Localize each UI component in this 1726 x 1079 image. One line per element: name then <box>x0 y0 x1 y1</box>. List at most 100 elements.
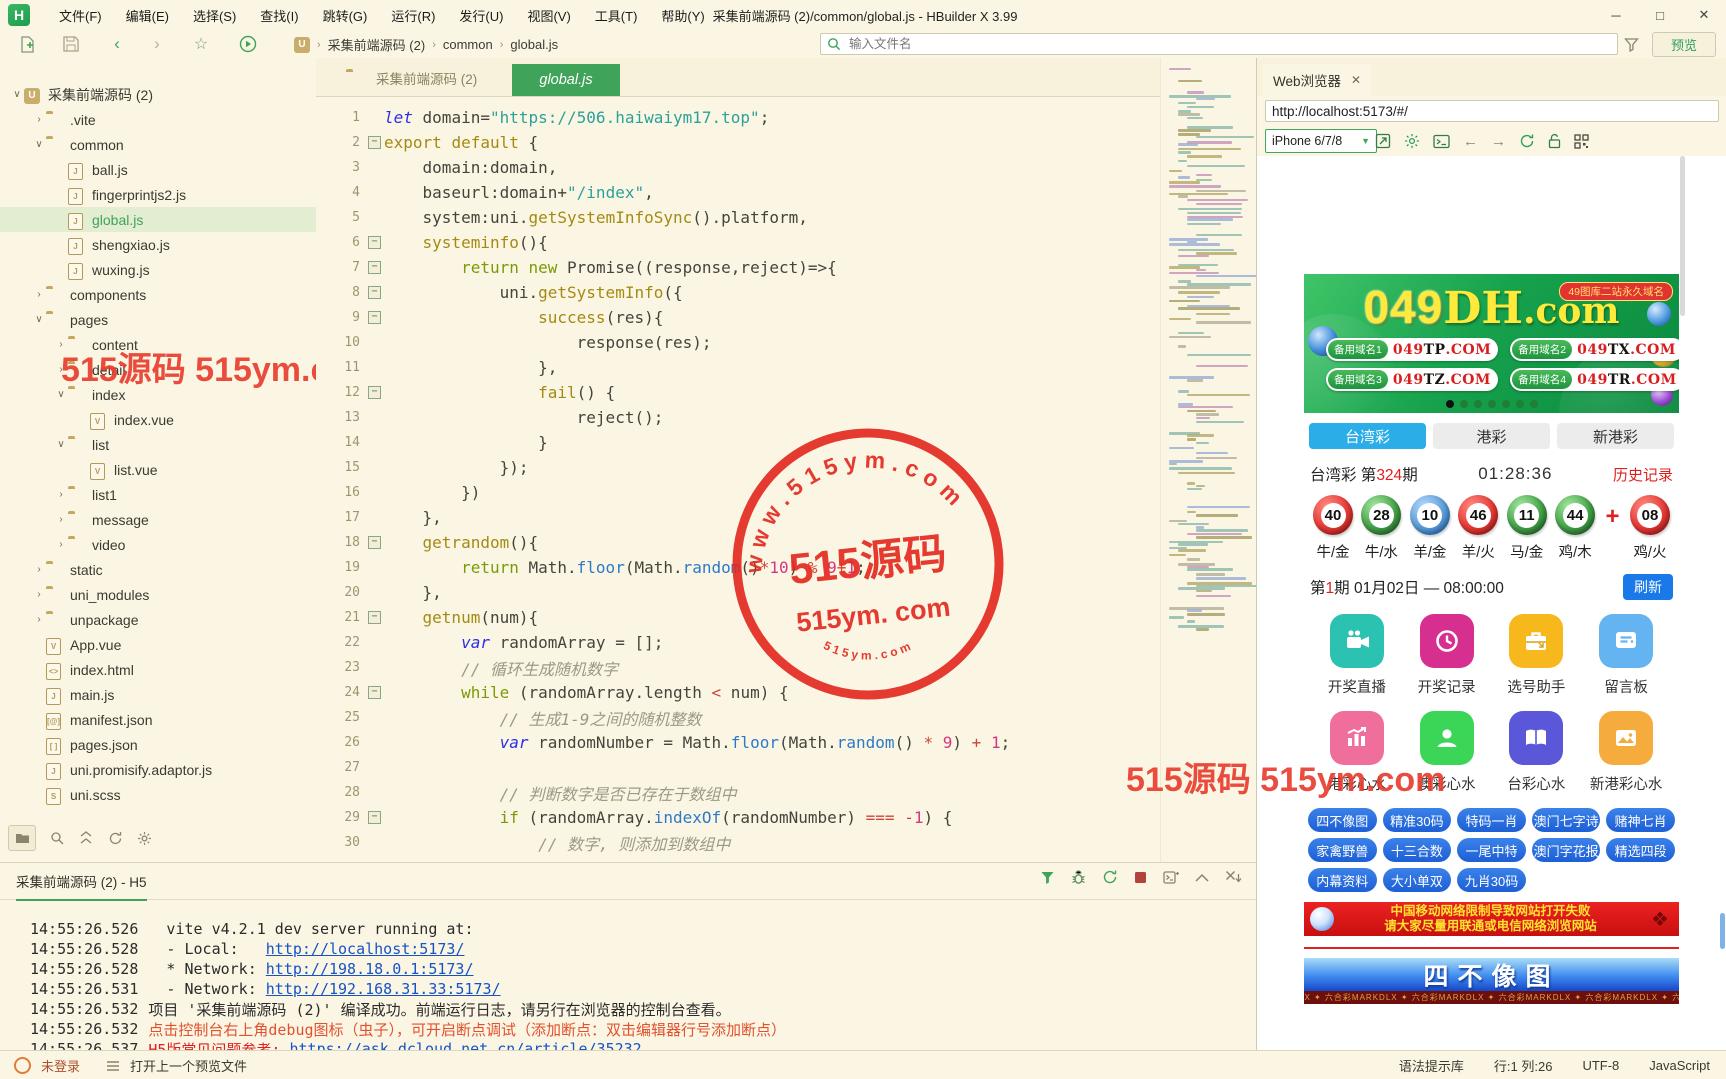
code-line-22[interactable]: 22 var randomArray = []; <box>316 630 1160 655</box>
fold-marker-icon[interactable]: − <box>368 286 384 299</box>
tree-item-index.vue[interactable]: Vindex.vue <box>0 407 316 432</box>
code-line-27[interactable]: 27 <box>316 755 1160 780</box>
encoding[interactable]: UTF-8 <box>1582 1058 1619 1073</box>
lottery-tab-港彩[interactable]: 港彩 <box>1433 423 1550 449</box>
explorer-folder-icon[interactable] <box>8 825 36 851</box>
code-line-9[interactable]: 9− success(res){ <box>316 305 1160 330</box>
lottery-tab-新港彩[interactable]: 新港彩 <box>1557 423 1674 449</box>
section-banner[interactable]: 四不像图 <box>1304 958 1679 991</box>
link-赌神七肖[interactable]: 赌神七肖 <box>1606 808 1675 832</box>
url-input[interactable] <box>1265 100 1719 122</box>
run-icon[interactable] <box>237 33 259 55</box>
menu-跳转(G)[interactable]: 跳转(G) <box>312 3 379 28</box>
fold-marker-icon[interactable]: − <box>368 136 384 149</box>
panel-scrollbar[interactable] <box>1720 913 1725 949</box>
console-filter-icon[interactable] <box>1040 870 1055 885</box>
carousel-dot[interactable] <box>1502 400 1510 408</box>
code-line-6[interactable]: 6− systeminfo(){ <box>316 230 1160 255</box>
code-line-14[interactable]: 14 } <box>316 430 1160 455</box>
tree-item-uni.promisify.adaptor.js[interactable]: Juni.promisify.adaptor.js <box>0 757 316 782</box>
browser-tab-close-icon[interactable]: ✕ <box>1351 73 1361 87</box>
code-line-12[interactable]: 12− fail() { <box>316 380 1160 405</box>
filter-funnel-icon[interactable] <box>1620 33 1642 55</box>
link-特码一肖[interactable]: 特码一肖 <box>1457 808 1526 832</box>
code-line-16[interactable]: 16 }) <box>316 480 1160 505</box>
tree-item-采集前端源码 (2)[interactable]: ∨U采集前端源码 (2) <box>0 82 316 107</box>
link-家禽野兽[interactable]: 家禽野兽 <box>1308 838 1377 862</box>
code-line-26[interactable]: 26 var randomNumber = Math.floor(Math.ra… <box>316 730 1160 755</box>
menu-查找(I)[interactable]: 查找(I) <box>249 3 309 28</box>
backup-domain-pill[interactable]: 备用域名3049TZ.COM <box>1326 368 1498 391</box>
code-line-10[interactable]: 10 response(res); <box>316 330 1160 355</box>
minimize-button[interactable]: ─ <box>1594 0 1638 30</box>
login-status[interactable]: 未登录 <box>41 1056 80 1075</box>
menu-运行(R)[interactable]: 运行(R) <box>380 3 446 28</box>
forward-icon[interactable]: › <box>146 33 168 55</box>
open-external-icon[interactable] <box>1375 133 1391 149</box>
settings-gear-icon[interactable] <box>1404 133 1420 149</box>
console-collapse-icon[interactable] <box>1195 873 1209 882</box>
app-台彩心水[interactable]: 台彩心水 <box>1492 711 1582 794</box>
preview-button[interactable]: 预览 <box>1652 32 1716 57</box>
link-大小单双[interactable]: 大小单双 <box>1383 868 1452 892</box>
nav-back-icon[interactable]: ← <box>1463 133 1478 150</box>
tab-global-js[interactable]: global.js <box>512 64 620 96</box>
code-line-19[interactable]: 19 return Math.floor(Math.random()*10) %… <box>316 555 1160 580</box>
menu-编辑(E)[interactable]: 编辑(E) <box>115 3 180 28</box>
code-line-23[interactable]: 23 // 循环生成随机数字 <box>316 655 1160 680</box>
nav-forward-icon[interactable]: → <box>1491 133 1506 150</box>
code-line-21[interactable]: 21− getnum(num){ <box>316 605 1160 630</box>
breadcrumb-project[interactable]: 采集前端源码 (2) <box>328 35 426 54</box>
carousel-dot[interactable] <box>1460 400 1468 408</box>
console-new-view-icon[interactable] <box>1163 870 1179 885</box>
new-file-icon[interactable] <box>16 33 38 55</box>
link-精准30码[interactable]: 精准30码 <box>1383 808 1452 832</box>
code-line-17[interactable]: 17 }, <box>316 505 1160 530</box>
code-area[interactable]: 1let domain="https://506.haiwaiym17.top"… <box>316 96 1160 855</box>
code-line-28[interactable]: 28 // 判断数字是否已存在于数组中 <box>316 780 1160 805</box>
code-line-25[interactable]: 25 // 生成1-9之间的随机整数 <box>316 705 1160 730</box>
app-新港彩心水[interactable]: 新港彩心水 <box>1581 711 1671 794</box>
carousel-dot[interactable] <box>1488 400 1496 408</box>
file-search-box[interactable] <box>820 33 1618 55</box>
tree-item-index[interactable]: ∨index <box>0 382 316 407</box>
code-line-18[interactable]: 18− getrandom(){ <box>316 530 1160 555</box>
code-line-20[interactable]: 20 }, <box>316 580 1160 605</box>
fold-marker-icon[interactable]: − <box>368 236 384 249</box>
code-line-7[interactable]: 7− return new Promise((response,reject)=… <box>316 255 1160 280</box>
tree-item-index.html[interactable]: <>index.html <box>0 657 316 682</box>
tree-item-static[interactable]: ›static <box>0 557 316 582</box>
tree-item-wuxing.js[interactable]: Jwuxing.js <box>0 257 316 282</box>
log-link[interactable]: http://192.168.31.33:5173/ <box>266 980 501 998</box>
tree-item-unpackage[interactable]: ›unpackage <box>0 607 316 632</box>
fold-marker-icon[interactable]: − <box>368 536 384 549</box>
app-开奖直播[interactable]: 开奖直播 <box>1312 614 1402 697</box>
app-留言板[interactable]: 留言板 <box>1581 614 1671 697</box>
tree-item-list1[interactable]: ›list1 <box>0 482 316 507</box>
tree-item-uni_modules[interactable]: ›uni_modules <box>0 582 316 607</box>
menu-视图(V)[interactable]: 视图(V) <box>516 3 581 28</box>
console-logs[interactable]: 14:55:26.526 vite v4.2.1 dev server runn… <box>0 907 1286 1059</box>
log-link[interactable]: http://localhost:5173/ <box>266 940 465 958</box>
carousel-dot[interactable] <box>1516 400 1524 408</box>
tree-item-components[interactable]: ›components <box>0 282 316 307</box>
menu-发行(U)[interactable]: 发行(U) <box>448 3 514 28</box>
tree-item-common[interactable]: ∨common <box>0 132 316 157</box>
fold-marker-icon[interactable]: − <box>368 261 384 274</box>
link-四不像图[interactable]: 四不像图 <box>1308 808 1377 832</box>
search-input[interactable] <box>847 36 1617 52</box>
backup-domain-pill[interactable]: 备用域名4049TR.COM <box>1510 368 1679 391</box>
tree-item-message[interactable]: ›message <box>0 507 316 532</box>
code-line-2[interactable]: 2−export default { <box>316 130 1160 155</box>
code-line-11[interactable]: 11 }, <box>316 355 1160 380</box>
code-line-3[interactable]: 3 domain:domain, <box>316 155 1160 180</box>
breadcrumb-file[interactable]: global.js <box>510 37 558 52</box>
backup-domain-pill[interactable]: 备用域名2049TX.COM <box>1510 338 1679 361</box>
menu-选择(S)[interactable]: 选择(S) <box>182 3 247 28</box>
tree-item-pages.json[interactable]: [ ]pages.json <box>0 732 316 757</box>
menu-文件(F)[interactable]: 文件(F) <box>48 3 113 28</box>
console-stop-icon[interactable] <box>1134 871 1147 884</box>
tree-item-pages[interactable]: ∨pages <box>0 307 316 332</box>
history-link[interactable]: 历史记录 <box>1613 464 1673 485</box>
log-link[interactable]: http://198.18.0.1:5173/ <box>266 960 474 978</box>
